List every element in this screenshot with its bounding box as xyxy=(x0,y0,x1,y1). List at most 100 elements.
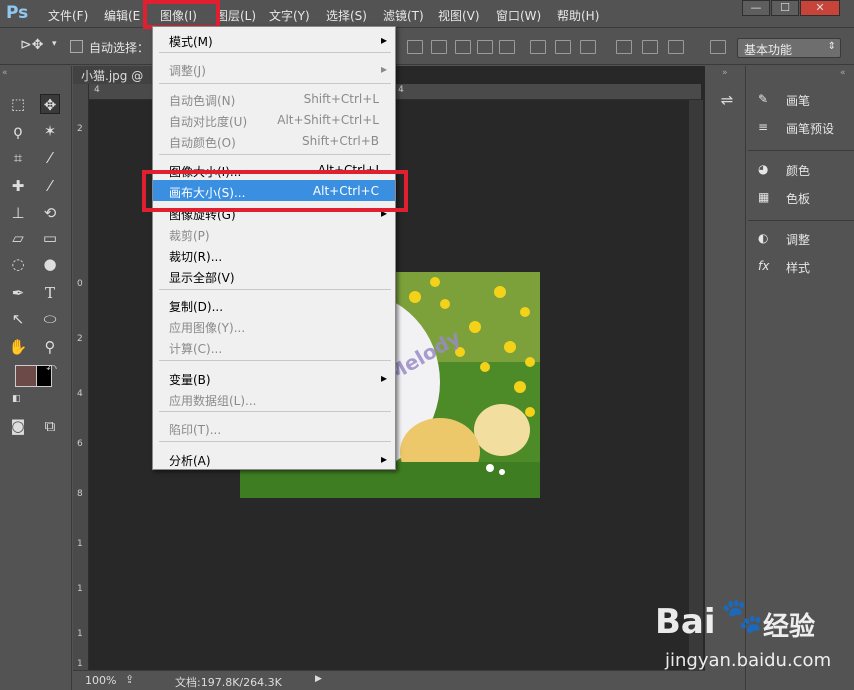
align-top-icon[interactable] xyxy=(407,40,423,54)
brush-panel-icon: ✎ xyxy=(758,92,769,106)
ruler-label: 2 xyxy=(77,124,83,134)
distribute-left-icon[interactable] xyxy=(616,40,632,54)
menu-item-crop[interactable]: 裁剪(P) xyxy=(153,223,395,244)
ruler-label: 4 xyxy=(94,85,100,95)
auto-align-icon[interactable] xyxy=(710,40,726,54)
gradient-tool-icon[interactable]: ▭ xyxy=(40,228,60,248)
crop-tool-icon[interactable]: ⌗ xyxy=(8,148,28,168)
menu-item-adjustments[interactable]: 调整(J) ▸ xyxy=(153,58,395,79)
watermark-brand-cn: 经验 xyxy=(763,612,816,642)
screen-mode-icon[interactable]: ⧉ xyxy=(40,416,60,436)
collapse-arrows-icon[interactable]: « xyxy=(840,68,846,78)
menu-edit[interactable]: 编辑(E xyxy=(104,7,140,23)
menu-item-analysis[interactable]: 分析(A) ▸ xyxy=(153,448,395,469)
swap-colors-icon[interactable]: ⤺ xyxy=(46,362,57,373)
brush-tool-icon[interactable]: ⁄ xyxy=(40,176,60,196)
vertical-scrollbar[interactable] xyxy=(689,100,703,670)
menu-item-label: 自动色调(N) xyxy=(169,94,236,108)
menu-item-apply-image[interactable]: 应用图像(Y)... xyxy=(153,315,395,336)
menu-select[interactable]: 选择(S) xyxy=(326,7,367,23)
magic-wand-tool-icon[interactable]: ✶ xyxy=(40,121,60,141)
align-bottom-icon[interactable] xyxy=(455,40,471,54)
distribute-hcenter-icon[interactable] xyxy=(642,40,658,54)
menu-item-duplicate[interactable]: 复制(D)... xyxy=(153,294,395,315)
brush-presets-icon: ≡ xyxy=(758,120,769,134)
panel-color[interactable]: ◕ 颜色 xyxy=(756,162,852,188)
history-panel-icon[interactable]: ⇌ xyxy=(717,90,737,110)
workspace-select[interactable]: 基本功能 ⇕ xyxy=(737,38,841,58)
distribute-vcenter-icon[interactable] xyxy=(555,40,571,54)
status-bar: 100% ⇪ 文档:197.8K/264.3K ▶ xyxy=(73,670,705,690)
pen-tool-icon[interactable]: ✒ xyxy=(8,283,28,303)
panel-styles[interactable]: fx 样式 xyxy=(756,259,852,285)
clone-stamp-tool-icon[interactable]: ⊥ xyxy=(8,203,28,223)
image-menu-dropdown: 模式(M) ▸ 调整(J) ▸ 自动色调(N) Shift+Ctrl+L 自动对比度(… xyxy=(152,26,396,470)
menu-view[interactable]: 视图(V) xyxy=(438,7,480,23)
ruler-label: 8 xyxy=(77,489,83,499)
panel-swatches[interactable]: ▦ 色板 xyxy=(756,190,852,216)
menu-item-trim[interactable]: 裁切(R)... xyxy=(153,244,395,265)
history-brush-tool-icon[interactable]: ⟲ xyxy=(40,203,60,223)
dodge-tool-icon[interactable]: ● xyxy=(40,254,60,274)
blur-tool-icon[interactable]: ◌ xyxy=(8,254,28,274)
menu-filter[interactable]: 滤镜(T) xyxy=(383,7,424,23)
panel-label: 色板 xyxy=(786,192,811,206)
document-tab[interactable]: 小猫.jpg @ xyxy=(73,66,153,84)
collapse-arrows-icon[interactable]: « xyxy=(2,68,8,78)
lasso-tool-icon[interactable]: ϙ xyxy=(8,121,28,141)
minimize-button[interactable]: — xyxy=(742,0,770,16)
menu-item-reveal-all[interactable]: 显示全部(V) xyxy=(153,265,395,286)
panel-brush-presets[interactable]: ≡ 画笔预设 xyxy=(756,120,852,146)
ruler-label: 4 xyxy=(398,85,404,95)
distribute-top-icon[interactable] xyxy=(530,40,546,54)
eyedropper-tool-icon[interactable]: ⁄ xyxy=(40,148,60,168)
collapse-arrows-icon[interactable]: » xyxy=(722,68,728,78)
type-tool-icon[interactable]: T xyxy=(40,283,60,303)
ruler-label: 1 xyxy=(77,539,83,549)
ruler-left: 2 0 2 4 6 8 1 1 1 1 xyxy=(73,84,89,670)
align-left-icon[interactable] xyxy=(477,40,493,54)
align-hcenter-icon[interactable] xyxy=(499,40,515,54)
menu-file[interactable]: 文件(F) xyxy=(48,7,88,23)
marquee-tool-icon[interactable]: ⬚ xyxy=(8,94,28,114)
panel-label: 样式 xyxy=(786,261,811,275)
distribute-right-icon[interactable] xyxy=(668,40,684,54)
panel-adjustments[interactable]: ◐ 调整 xyxy=(756,231,852,257)
zoom-level[interactable]: 100% xyxy=(85,674,116,687)
foreground-color-swatch[interactable] xyxy=(15,365,37,387)
eraser-tool-icon[interactable]: ▱ xyxy=(8,228,28,248)
maximize-button[interactable]: ☐ xyxy=(771,0,799,16)
chevron-down-icon[interactable]: ▾ xyxy=(52,39,57,49)
auto-select-checkbox[interactable] xyxy=(70,40,83,53)
move-tool-icon[interactable]: ⊳✥ xyxy=(20,37,43,53)
distribute-bottom-icon[interactable] xyxy=(580,40,596,54)
zoom-tool-icon[interactable]: ⚲ xyxy=(40,337,60,357)
menu-separator xyxy=(159,289,391,290)
panel-label: 画笔预设 xyxy=(786,122,835,136)
default-colors-icon[interactable]: ◧ xyxy=(12,394,21,404)
menu-help[interactable]: 帮助(H) xyxy=(557,7,599,23)
menu-item-mode[interactable]: 模式(M) ▸ xyxy=(153,29,395,50)
move-tool-button-icon[interactable]: ✥ xyxy=(40,94,60,114)
menu-item-variables[interactable]: 变量(B) ▸ xyxy=(153,367,395,388)
hand-tool-icon[interactable]: ✋ xyxy=(8,337,28,357)
menu-item-apply-data-set[interactable]: 应用数据组(L)... xyxy=(153,388,395,409)
align-vcenter-icon[interactable] xyxy=(431,40,447,54)
menu-item-auto-tone[interactable]: 自动色调(N) Shift+Ctrl+L xyxy=(153,88,395,109)
healing-brush-tool-icon[interactable]: ✚ xyxy=(8,176,28,196)
play-arrow-icon[interactable]: ▶ xyxy=(315,674,322,684)
export-icon[interactable]: ⇪ xyxy=(125,673,134,686)
ellipse-tool-icon[interactable]: ⬭ xyxy=(40,309,60,329)
close-button[interactable]: ✕ xyxy=(800,0,840,16)
menu-layer[interactable]: 图层(L) xyxy=(216,7,256,23)
menu-item-calculations[interactable]: 计算(C)... xyxy=(153,336,395,357)
panel-brush[interactable]: ✎ 画笔 xyxy=(756,92,852,118)
menu-item-trap[interactable]: 陷印(T)... xyxy=(153,417,395,438)
menu-window[interactable]: 窗口(W) xyxy=(496,7,541,23)
quick-mask-icon[interactable]: ◙ xyxy=(8,416,28,436)
menu-separator xyxy=(159,441,391,442)
path-selection-tool-icon[interactable]: ↖ xyxy=(8,309,28,329)
menu-item-auto-color[interactable]: 自动颜色(O) Shift+Ctrl+B xyxy=(153,130,395,151)
menu-item-auto-contrast[interactable]: 自动对比度(U) Alt+Shift+Ctrl+L xyxy=(153,109,395,130)
menu-type[interactable]: 文字(Y) xyxy=(269,7,310,23)
